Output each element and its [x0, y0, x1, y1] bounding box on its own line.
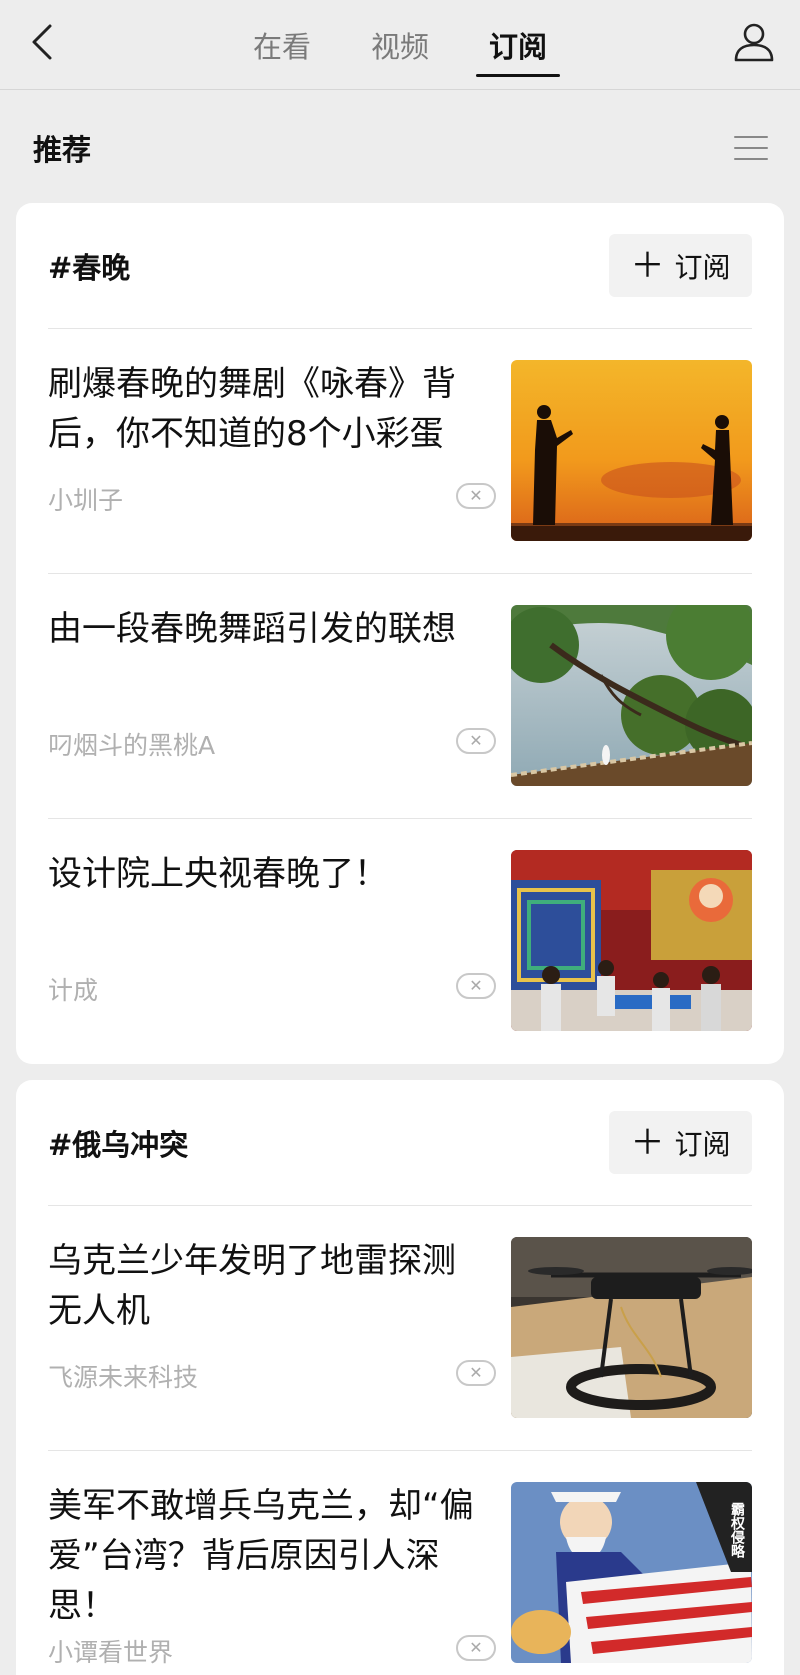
article-title[interactable]: 美军不敢增兵乌克兰，却“偏爱”台湾？背后原因引人深思！ — [48, 1481, 488, 1631]
article-title[interactable]: 刷爆春晚的舞剧《咏春》背后，你不知道的8个小彩蛋 — [48, 359, 488, 459]
article-author[interactable]: 计成 — [48, 971, 98, 1007]
article-author[interactable]: 小谭看世界 — [48, 1633, 173, 1669]
topic-card-header: #俄乌冲突 ＋ 订阅 — [48, 1080, 752, 1206]
article-author[interactable]: 叼烟斗的黑桃A — [48, 726, 215, 762]
topic-card: #春晚 ＋ 订阅 刷爆春晚的舞剧《咏春》背后，你不知道的8个小彩蛋 小圳子 ✕ — [16, 203, 784, 1064]
article-item[interactable]: 美军不敢增兵乌克兰，却“偏爱”台湾？背后原因引人深思！ 小谭看世界 ✕ 霸权侵略 — [48, 1451, 752, 1675]
article-author[interactable]: 小圳子 — [48, 481, 123, 517]
subscribe-button[interactable]: ＋ 订阅 — [609, 1111, 752, 1174]
subscribe-label: 订阅 — [674, 250, 731, 284]
topic-tag[interactable]: #春晚 — [48, 245, 130, 287]
article-title[interactable]: 乌克兰少年发明了地雷探测无人机 — [48, 1236, 488, 1336]
riverside-tree-image[interactable] — [511, 605, 752, 786]
dismiss-icon[interactable]: ✕ — [456, 1635, 496, 1661]
tab-watching[interactable]: 在看 — [240, 0, 324, 90]
topic-card-header: #春晚 ＋ 订阅 — [48, 203, 752, 329]
article-item[interactable]: 乌克兰少年发明了地雷探测无人机 飞源未来科技 ✕ — [48, 1206, 752, 1451]
topic-card: #俄乌冲突 ＋ 订阅 乌克兰少年发明了地雷探测无人机 飞源未来科技 ✕ 美军不敢… — [16, 1080, 784, 1675]
section-title: 推荐 — [33, 133, 92, 167]
article-item[interactable]: 由一段春晚舞蹈引发的联想 叼烟斗的黑桃A ✕ — [48, 574, 752, 819]
article-title[interactable]: 设计院上央视春晚了！ — [48, 849, 488, 899]
nav-tabs: 在看 视频 订阅 — [0, 0, 800, 90]
article-item[interactable]: 刷爆春晚的舞剧《咏春》背后，你不知道的8个小彩蛋 小圳子 ✕ — [48, 329, 752, 574]
dismiss-icon[interactable]: ✕ — [456, 483, 496, 509]
article-title[interactable]: 由一段春晚舞蹈引发的联想 — [48, 604, 488, 654]
plus-icon: ＋ — [630, 1122, 665, 1163]
gala-stage-image[interactable] — [511, 850, 752, 1031]
uncle-sam-cartoon-image[interactable]: 霸权侵略 — [511, 1482, 752, 1663]
subscribe-label: 订阅 — [674, 1127, 731, 1161]
dismiss-icon[interactable]: ✕ — [456, 973, 496, 999]
dismiss-icon[interactable]: ✕ — [456, 728, 496, 754]
dismiss-icon[interactable]: ✕ — [456, 1360, 496, 1386]
drone-image[interactable] — [511, 1237, 752, 1418]
article-author[interactable]: 飞源未来科技 — [48, 1358, 198, 1394]
subscribe-button[interactable]: ＋ 订阅 — [609, 234, 752, 297]
topic-tag[interactable]: #俄乌冲突 — [48, 1122, 188, 1164]
section-header: 推荐 — [0, 110, 800, 186]
person-icon[interactable] — [730, 18, 778, 66]
tab-videos[interactable]: 视频 — [358, 0, 442, 90]
top-nav-bar: 在看 视频 订阅 — [0, 0, 800, 90]
cartoon-caption: 霸权侵略 — [729, 1502, 746, 1558]
tab-subscriptions[interactable]: 订阅 — [476, 0, 561, 90]
plus-icon: ＋ — [630, 245, 665, 286]
article-item[interactable]: 设计院上央视春晚了！ 计成 ✕ — [48, 819, 752, 1064]
menu-icon[interactable] — [734, 136, 768, 160]
dance-silhouette-image[interactable] — [511, 360, 752, 541]
